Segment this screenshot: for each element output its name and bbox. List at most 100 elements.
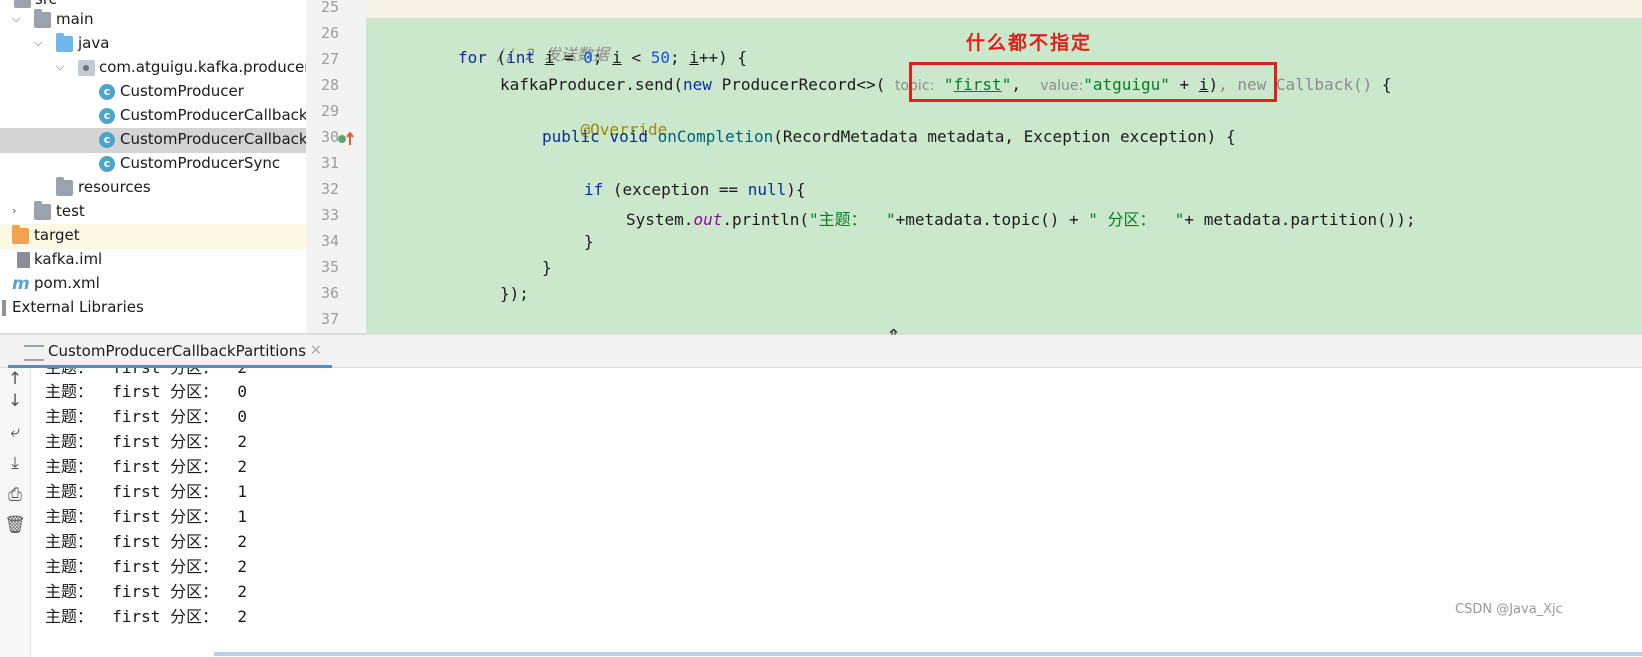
- line-number: 34: [320, 232, 339, 250]
- code-token: (RecordMetadata metadata, Exception exce…: [773, 127, 1236, 146]
- tree-item-external-libraries[interactable]: External Libraries: [0, 296, 306, 321]
- folder-icon: [14, 0, 31, 8]
- folder-icon: [34, 201, 51, 220]
- line-number: 37: [320, 310, 339, 328]
- code-token: {: [1372, 75, 1392, 94]
- line-number: 35: [320, 258, 339, 276]
- line-number: 36: [320, 284, 339, 302]
- class-icon: c: [99, 156, 115, 172]
- tree-item-kafka-iml[interactable]: kafka.iml: [0, 248, 306, 273]
- code-token: ){: [786, 180, 806, 199]
- code-token: i: [612, 48, 622, 67]
- code-line-34: }: [584, 232, 594, 251]
- library-icon: [2, 300, 6, 316]
- keyword: void: [609, 127, 648, 146]
- code-token: ProducerRecord<>: [711, 75, 876, 94]
- console-line: 主题： first 分区： 2: [45, 432, 247, 451]
- excluded-folder-icon: [12, 225, 29, 244]
- line-number: 29: [320, 102, 339, 120]
- editor-current-line-strip: [366, 0, 1642, 18]
- line-number: 25: [320, 0, 339, 16]
- chevron-down-icon[interactable]: ⌵: [12, 12, 24, 26]
- code-line-33: System.out.println("主题： "+metadata.topic…: [626, 206, 1416, 230]
- tree-item-class-selected[interactable]: c CustomProducerCallback: [0, 128, 306, 153]
- tree-item-class[interactable]: c CustomProducerCallback: [0, 104, 306, 129]
- code-token: i: [689, 48, 699, 67]
- run-tab-bar: CustomProducerCallbackPartitions ×: [0, 335, 1642, 368]
- tree-item-package[interactable]: ⌵ com.atguigu.kafka.producer: [0, 56, 306, 81]
- code-token: ++) {: [698, 48, 748, 67]
- class-icon: c: [99, 132, 115, 148]
- class-icon: c: [99, 108, 115, 124]
- soft-wrap-icon[interactable]: ⤶: [4, 421, 26, 443]
- watermark: CSDN @Java_Xjc: [1455, 602, 1563, 617]
- line-number: 30: [320, 128, 339, 146]
- folder-icon: [34, 9, 51, 28]
- string-literal: " 分区： ": [1088, 210, 1185, 229]
- keyword: null: [747, 180, 787, 199]
- tree-item-resources[interactable]: resources: [0, 176, 306, 201]
- console-line: 主题： first 分区： 0: [45, 382, 247, 401]
- console-output[interactable]: 主题： first 分区： 2 主题： first 分区： 0 主题： firs…: [31, 368, 1642, 657]
- method-name: onCompletion: [657, 127, 774, 146]
- code-token: (exception ==: [603, 180, 748, 199]
- console-line: 主题： first 分区： 2: [45, 457, 247, 476]
- code-token: kafkaProducer.send(: [500, 75, 684, 94]
- code-line-30: public void onCompletion(RecordMetadata …: [542, 127, 1236, 146]
- chevron-down-icon[interactable]: ⌵: [56, 60, 68, 74]
- chevron-down-icon[interactable]: ⌵: [34, 36, 46, 50]
- console-line: 主题： first 分区： 1: [45, 482, 247, 501]
- console-line: 主题： first 分区： 0: [45, 407, 247, 426]
- project-tree: src ⌵ main ⌵ java ⌵ com.atguigu.kafka.pr…: [0, 0, 307, 333]
- close-icon[interactable]: ×: [310, 342, 322, 358]
- code-token: i: [544, 48, 555, 67]
- string-literal: "主题： ": [809, 210, 896, 229]
- class-icon: c: [99, 84, 115, 100]
- tree-item-class[interactable]: c CustomProducer: [0, 80, 306, 105]
- run-toolbar: ↑ ↓ ⤶ ⤓ ⎙ 🗑: [0, 368, 31, 657]
- iml-file-icon: [17, 252, 30, 268]
- number-literal: 50: [650, 48, 670, 67]
- tree-item-main[interactable]: ⌵ main: [0, 8, 306, 33]
- keyword: new: [683, 75, 712, 94]
- tree-item-pom[interactable]: m pom.xml: [0, 272, 306, 297]
- scroll-up-icon[interactable]: ↑: [4, 368, 26, 390]
- code-token: .println(: [722, 210, 810, 229]
- tree-item-target[interactable]: target: [0, 224, 306, 249]
- console-line: 主题： first 分区： 2: [45, 557, 247, 576]
- keyword: if: [584, 180, 604, 199]
- tree-item-test[interactable]: › test: [0, 200, 306, 225]
- static-field: out: [693, 210, 723, 229]
- code-token: ;: [669, 48, 690, 67]
- implements-method-icon[interactable]: [337, 130, 355, 148]
- line-number: 28: [320, 76, 339, 94]
- maven-icon: m: [12, 274, 30, 294]
- line-number: 31: [320, 154, 339, 172]
- trash-icon[interactable]: 🗑: [4, 514, 26, 536]
- tree-item-class[interactable]: c CustomProducerSync: [0, 152, 306, 177]
- line-number: 33: [320, 206, 339, 224]
- code-token: +metadata.topic() +: [895, 210, 1089, 229]
- horizontal-scrollbar[interactable]: [214, 652, 1642, 656]
- resources-folder-icon: [56, 177, 73, 196]
- console-icon: [24, 345, 44, 361]
- console-line: 主题： first 分区： 2: [45, 607, 247, 626]
- console-line: 主题： first 分区： 2: [45, 532, 247, 551]
- code-token: =: [554, 48, 584, 67]
- console-line: 主题： first 分区： 2: [45, 582, 247, 601]
- tree-item-java[interactable]: ⌵ java: [0, 32, 306, 57]
- code-line-36: });: [500, 284, 529, 303]
- scroll-down-icon[interactable]: ↓: [4, 390, 26, 412]
- line-number: 27: [320, 50, 339, 68]
- scroll-to-end-icon[interactable]: ⤓: [4, 452, 26, 474]
- number-literal: 0: [583, 48, 593, 67]
- console-line: 主题： first 分区： 2: [45, 368, 247, 378]
- source-folder-icon: [56, 33, 73, 52]
- run-tab[interactable]: CustomProducerCallbackPartitions ×: [8, 335, 332, 368]
- run-tab-label: CustomProducerCallbackPartitions: [48, 342, 306, 360]
- chevron-right-icon[interactable]: ›: [12, 204, 24, 218]
- print-icon[interactable]: ⎙: [4, 484, 26, 506]
- highlight-box: [909, 62, 1277, 102]
- keyword: for: [458, 48, 487, 67]
- console-line: 主题： first 分区： 1: [45, 507, 247, 526]
